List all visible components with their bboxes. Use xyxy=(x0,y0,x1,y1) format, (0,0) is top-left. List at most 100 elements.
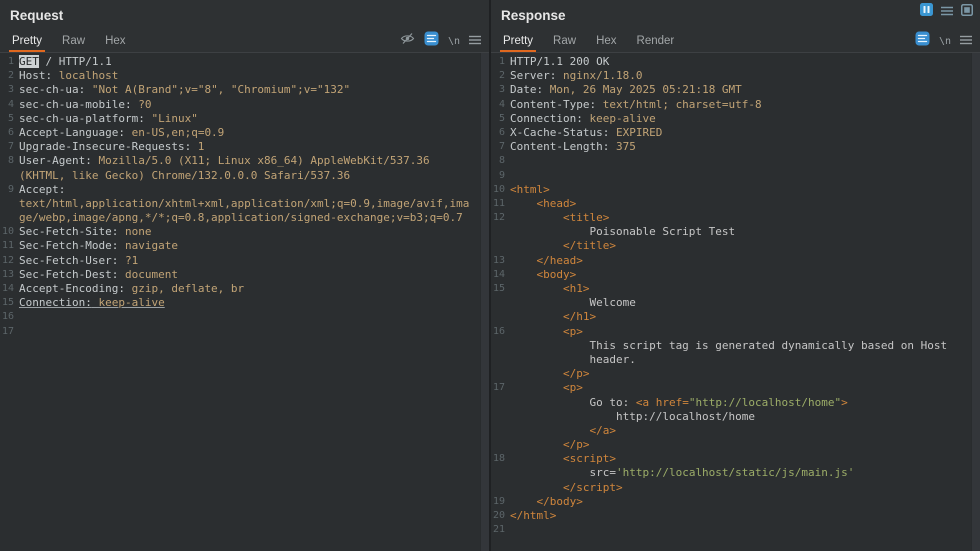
editor-line[interactable]: 2Host: localhost xyxy=(0,69,489,83)
line-number: 9 xyxy=(0,183,19,197)
line-content xyxy=(510,169,980,183)
newline-toggle[interactable]: \n xyxy=(939,36,951,47)
line-content: </body> xyxy=(510,495,980,509)
editor-line[interactable]: </title> xyxy=(491,239,980,253)
editor-line[interactable]: </script> xyxy=(491,481,980,495)
line-number: 18 xyxy=(491,452,510,466)
editor-line[interactable]: 15 <h1> xyxy=(491,282,980,296)
editor-line[interactable]: 13 </head> xyxy=(491,254,980,268)
editor-line[interactable]: 15Connection: keep-alive xyxy=(0,296,489,310)
editor-line[interactable]: 5sec-ch-ua-platform: "Linux" xyxy=(0,112,489,126)
tab-pretty[interactable]: Pretty xyxy=(493,30,543,52)
line-number: 10 xyxy=(0,225,19,239)
editor-line[interactable]: 6Accept-Language: en-US,en;q=0.9 xyxy=(0,126,489,140)
editor-line[interactable]: 2Server: nginx/1.18.0 xyxy=(491,69,980,83)
editor-line[interactable]: 7Content-Length: 375 xyxy=(491,140,980,154)
newline-toggle[interactable]: \n xyxy=(448,36,460,47)
editor-line[interactable]: </p> xyxy=(491,438,980,452)
editor-line[interactable]: 4sec-ch-ua-mobile: ?0 xyxy=(0,98,489,112)
editor-line[interactable]: 3sec-ch-ua: "Not A(Brand";v="8", "Chromi… xyxy=(0,83,489,97)
tab-hex[interactable]: Hex xyxy=(95,30,135,52)
editor-line[interactable]: 18 <script> xyxy=(491,452,980,466)
editor-menu-button[interactable] xyxy=(469,32,481,50)
editor-line[interactable]: 1HTTP/1.1 200 OK xyxy=(491,55,980,69)
editor-line[interactable]: 10<html> xyxy=(491,183,980,197)
hide-nonprintable-button[interactable] xyxy=(400,32,415,50)
editor-line[interactable]: 14 <body> xyxy=(491,268,980,282)
menu-button[interactable] xyxy=(941,3,953,21)
editor-line[interactable]: This script tag is generated dynamically… xyxy=(491,339,980,353)
editor-menu-button[interactable] xyxy=(960,32,972,50)
editor-line[interactable]: 21 xyxy=(491,523,980,537)
editor-line[interactable]: 1GET / HTTP/1.1 xyxy=(0,55,489,69)
editor-line[interactable]: 20</html> xyxy=(491,509,980,523)
editor-line[interactable]: 19 </body> xyxy=(491,495,980,509)
layout-icon xyxy=(961,3,973,21)
editor-line[interactable]: Welcome xyxy=(491,296,980,310)
request-pane: Request PrettyRawHex \n xyxy=(0,0,489,551)
editor-line[interactable]: 5Connection: keep-alive xyxy=(491,112,980,126)
response-editor[interactable]: 1HTTP/1.1 200 OK2Server: nginx/1.18.03Da… xyxy=(491,53,980,551)
line-number: 11 xyxy=(0,239,19,253)
editor-line[interactable]: 6X-Cache-Status: EXPIRED xyxy=(491,126,980,140)
line-number: 19 xyxy=(491,495,510,509)
editor-line[interactable]: 13Sec-Fetch-Dest: document xyxy=(0,268,489,282)
tab-raw[interactable]: Raw xyxy=(52,30,95,52)
tab-pretty[interactable]: Pretty xyxy=(2,30,52,52)
editor-line[interactable]: </p> xyxy=(491,367,980,381)
editor-line[interactable]: 11 <head> xyxy=(491,197,980,211)
editor-line[interactable]: 17 xyxy=(0,325,489,339)
editor-line[interactable]: text/html,application/xhtml+xml,applicat… xyxy=(0,197,489,211)
message-editor-split: Request PrettyRawHex \n xyxy=(0,0,980,551)
editor-line[interactable]: 4Content-Type: text/html; charset=utf-8 xyxy=(491,98,980,112)
request-editor-tools: \n xyxy=(400,30,481,52)
editor-line[interactable]: 3Date: Mon, 26 May 2025 05:21:18 GMT xyxy=(491,83,980,97)
line-number: 5 xyxy=(491,112,510,126)
hamburger-icon xyxy=(960,32,972,50)
editor-line[interactable]: 7Upgrade-Insecure-Requests: 1 xyxy=(0,140,489,154)
line-content: Poisonable Script Test xyxy=(510,225,980,239)
editor-line[interactable]: 16 <p> xyxy=(491,325,980,339)
line-number: 9 xyxy=(491,169,510,183)
editor-line[interactable]: </a> xyxy=(491,424,980,438)
line-number: 7 xyxy=(0,140,19,154)
editor-line[interactable]: 8User-Agent: Mozilla/5.0 (X11; Linux x86… xyxy=(0,154,489,168)
line-number: 15 xyxy=(0,296,19,310)
editor-line[interactable]: header. xyxy=(491,353,980,367)
line-number: 14 xyxy=(0,282,19,296)
editor-line[interactable]: 9 xyxy=(491,169,980,183)
editor-line[interactable]: 9Accept: xyxy=(0,183,489,197)
editor-line[interactable]: (KHTML, like Gecko) Chrome/132.0.0.0 Saf… xyxy=(0,169,489,183)
syntax-highlight-button[interactable] xyxy=(915,31,930,51)
response-vertical-scrollbar[interactable] xyxy=(971,53,980,551)
editor-line[interactable]: </h1> xyxy=(491,310,980,324)
editor-line[interactable]: Poisonable Script Test xyxy=(491,225,980,239)
line-content: Go to: <a href="http://localhost/home"> xyxy=(510,396,980,410)
pause-button[interactable] xyxy=(920,3,933,21)
syntax-highlight-button[interactable] xyxy=(424,31,439,51)
tab-hex[interactable]: Hex xyxy=(586,30,626,52)
editor-line[interactable]: http://localhost/home xyxy=(491,410,980,424)
editor-line[interactable]: 11Sec-Fetch-Mode: navigate xyxy=(0,239,489,253)
editor-line[interactable]: ge/webp,image/apng,*/*;q=0.8,application… xyxy=(0,211,489,225)
request-editor[interactable]: 1GET / HTTP/1.12Host: localhost3sec-ch-u… xyxy=(0,53,489,551)
editor-line[interactable]: 8 xyxy=(491,154,980,168)
editor-line[interactable]: 12Sec-Fetch-User: ?1 xyxy=(0,254,489,268)
line-number xyxy=(491,225,510,239)
request-vertical-scrollbar[interactable] xyxy=(480,53,489,551)
editor-line[interactable]: 14Accept-Encoding: gzip, deflate, br xyxy=(0,282,489,296)
hamburger-icon xyxy=(469,32,481,50)
editor-line[interactable]: 17 <p> xyxy=(491,381,980,395)
editor-line[interactable]: src='http://localhost/static/js/main.js' xyxy=(491,466,980,480)
line-content: </p> xyxy=(510,367,980,381)
tab-raw[interactable]: Raw xyxy=(543,30,586,52)
editor-line[interactable]: 16 xyxy=(0,310,489,324)
line-content: </h1> xyxy=(510,310,980,324)
layout-button[interactable] xyxy=(961,3,973,21)
editor-line[interactable]: 10Sec-Fetch-Site: none xyxy=(0,225,489,239)
tab-render[interactable]: Render xyxy=(627,30,685,52)
line-content: </p> xyxy=(510,438,980,452)
editor-line[interactable]: Go to: <a href="http://localhost/home"> xyxy=(491,396,980,410)
line-content: </html> xyxy=(510,509,980,523)
editor-line[interactable]: 12 <title> xyxy=(491,211,980,225)
